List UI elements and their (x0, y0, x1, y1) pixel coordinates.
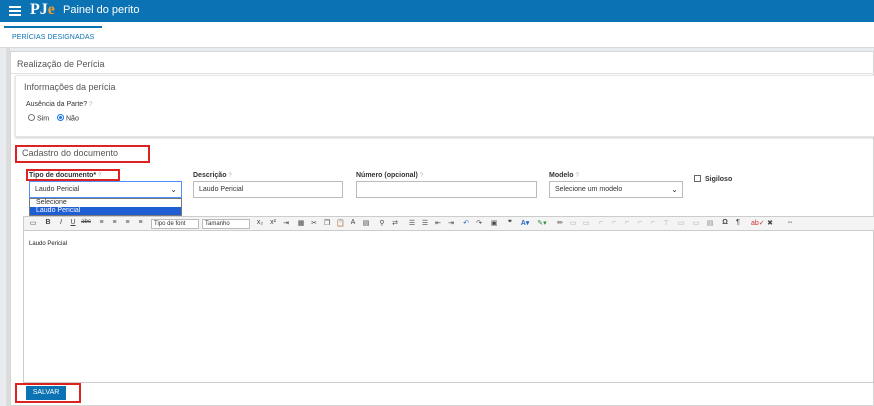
table-ops-icon[interactable]: ⌐ (597, 219, 605, 229)
modelo-label: Modelo ? (549, 172, 579, 179)
absence-label: Ausência da Parte? ? (26, 101, 93, 108)
chevron-down-icon: ⌄ (671, 185, 678, 194)
cell-props-icon[interactable]: ▭ (692, 219, 700, 229)
find-icon[interactable]: ⚲ (377, 219, 387, 229)
split-cell-icon[interactable]: ⊤ (662, 219, 670, 229)
radio-sim-icon[interactable] (28, 114, 35, 121)
pje-logo: PJe (30, 1, 55, 18)
pilcrow-icon[interactable]: ¶ (734, 219, 742, 229)
editor-content[interactable]: Laudo Pericial (29, 241, 67, 247)
paste-icon[interactable]: 📋 (336, 219, 345, 229)
remove-format-icon[interactable]: ✖ (766, 219, 774, 229)
numbered-list-icon[interactable]: ☰ (421, 219, 429, 229)
info-title: Informações da perícia (24, 82, 116, 92)
row-delete-icon[interactable]: ⌐ (623, 219, 631, 229)
undo-icon[interactable]: ↶ (462, 219, 470, 229)
tipo-documento-select[interactable]: Laudo Pericial ⌄ (29, 181, 182, 198)
editor-toolbar: ▭ B I U abc ≡ ≡ ≡ ≡ Tipo de font Tamanho… (24, 217, 874, 231)
align-right-icon[interactable]: ≡ (123, 219, 132, 229)
bold-icon[interactable]: B (44, 219, 52, 229)
option-selecione[interactable]: Selecione (30, 199, 181, 207)
font-family-select[interactable]: Tipo de font (151, 219, 199, 229)
highlight-save (15, 383, 81, 403)
rich-text-editor[interactable]: ▭ B I U abc ≡ ≡ ≡ ≡ Tipo de font Tamanho… (23, 216, 874, 383)
radio-nao-icon[interactable] (57, 114, 64, 121)
radio-sim[interactable]: Sim (28, 114, 49, 122)
indent-icon[interactable]: ⇥ (447, 219, 455, 229)
tab-pericias-designadas[interactable]: PERÍCIAS DESIGNADAS (4, 26, 103, 48)
bg-color-icon[interactable]: ✎▾ (535, 219, 549, 229)
page-title: Painel do perito (63, 4, 140, 16)
numero-label: Número (opcional) ? (356, 172, 424, 179)
col-delete-icon[interactable]: ⌐ (649, 219, 657, 229)
quote-icon[interactable]: ❞ (506, 219, 514, 229)
col-insert-icon[interactable]: ⌐ (636, 219, 644, 229)
redo-icon[interactable]: ↷ (475, 219, 483, 229)
italic-icon[interactable]: I (57, 219, 65, 229)
format-icon[interactable]: ⇥ (282, 219, 290, 229)
outdent-icon[interactable]: ⇤ (434, 219, 442, 229)
paste-word-icon[interactable]: ▤ (362, 219, 370, 229)
highlight-tipo (26, 169, 120, 181)
merge-cell-icon[interactable]: ▭ (677, 219, 685, 229)
panel-title: Realização de Perícia (17, 59, 105, 69)
sigiloso-checkbox[interactable] (694, 175, 701, 182)
row-insert-icon[interactable]: ⌐ (610, 219, 618, 229)
tipo-dropdown-list: Selecione Laudo Pericial (29, 198, 182, 216)
table-icon[interactable]: ▦ (297, 219, 305, 229)
copy-icon[interactable]: ❐ (323, 219, 331, 229)
chevron-down-icon: ⌄ (170, 185, 177, 194)
tab-bar: PERÍCIAS DESIGNADAS (0, 22, 874, 48)
maximize-icon[interactable]: ⇔ (786, 219, 794, 229)
radio-nao[interactable]: Não (57, 114, 79, 122)
help-icon: ? (89, 102, 93, 108)
top-header: PJe Painel do perito (0, 0, 874, 22)
hamburger-menu-icon[interactable] (9, 4, 21, 16)
superscript-icon[interactable]: x² (269, 219, 277, 229)
underline-icon[interactable]: U (69, 219, 77, 229)
numero-input[interactable] (356, 181, 537, 198)
cut-icon[interactable]: ✂ (310, 219, 318, 229)
descricao-label: Descrição ? (193, 172, 232, 179)
unlink-icon[interactable]: ▭ (569, 219, 577, 229)
align-center-icon[interactable]: ≡ (110, 219, 119, 229)
sigiloso-label: Sigiloso (705, 176, 733, 183)
font-size-select[interactable]: Tamanho (202, 219, 250, 229)
align-left-icon[interactable]: ≡ (97, 219, 106, 229)
divider (11, 73, 874, 74)
justify-icon[interactable]: ≡ (136, 219, 145, 229)
paste-text-icon[interactable]: A (349, 219, 357, 229)
info-section: Informações da perícia Ausência da Parte… (15, 75, 874, 137)
spellcheck-icon[interactable]: ab✓ (751, 219, 765, 229)
descricao-input[interactable]: Laudo Pericial (193, 181, 343, 198)
highlight-cadastro (15, 145, 150, 163)
blocks-icon[interactable]: ▣ (490, 219, 498, 229)
bulleted-list-icon[interactable]: ☰ (408, 219, 416, 229)
modelo-select[interactable]: Selecione um modelo ⌄ (549, 181, 683, 198)
strike-icon[interactable]: abc (81, 219, 91, 229)
replace-icon[interactable]: ⇄ (391, 219, 399, 229)
image-icon[interactable]: ▤ (706, 219, 714, 229)
option-laudo-pericial[interactable]: Laudo Pericial (30, 207, 181, 215)
special-char-icon[interactable]: Ω (721, 219, 729, 229)
text-color-icon[interactable]: A▾ (519, 219, 531, 229)
anchor-icon[interactable]: ▭ (582, 219, 590, 229)
source-icon[interactable]: ▭ (28, 219, 38, 229)
link-icon[interactable]: ✏ (556, 219, 564, 229)
subscript-icon[interactable]: x₂ (256, 219, 264, 229)
